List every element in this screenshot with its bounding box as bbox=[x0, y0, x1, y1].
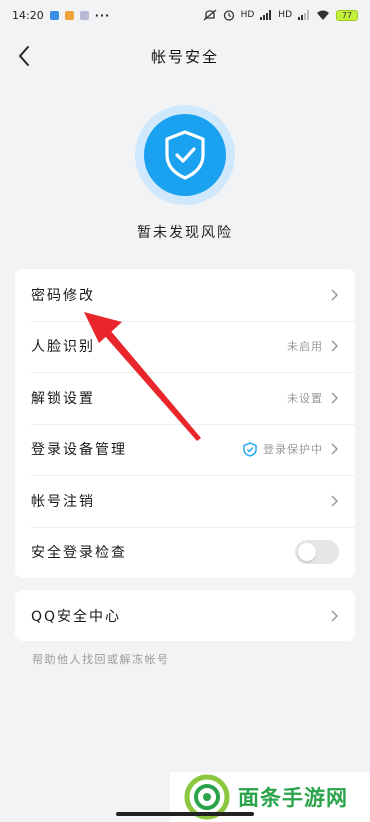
chevron-right-icon bbox=[331, 495, 339, 507]
chevron-right-icon bbox=[331, 610, 339, 622]
chevron-right-icon bbox=[331, 289, 339, 301]
security-status-badge bbox=[135, 105, 235, 205]
app-notification-icon bbox=[79, 10, 89, 20]
row-account-cancellation[interactable]: 帐号注销 bbox=[15, 475, 355, 527]
hd-label: HD bbox=[278, 10, 292, 20]
signal-icon bbox=[298, 10, 309, 20]
row-label: 安全登录检查 bbox=[31, 545, 127, 562]
chevron-right-icon bbox=[331, 340, 339, 352]
row-value: 未设置 bbox=[287, 391, 323, 405]
status-time: 14:20 bbox=[12, 8, 44, 22]
row-label: 登录设备管理 bbox=[31, 442, 127, 459]
row-value: 未启用 bbox=[287, 340, 323, 354]
nav-bar: 帐号安全 bbox=[0, 36, 370, 76]
safe-login-check-toggle[interactable] bbox=[295, 540, 339, 565]
row-unlock-settings[interactable]: 解锁设置 未设置 bbox=[15, 372, 355, 424]
more-notifications-icon: ··· bbox=[94, 8, 111, 22]
watermark-text: 面条手游网 bbox=[238, 786, 348, 810]
row-safe-login-check: 安全登录检查 bbox=[15, 526, 355, 579]
hd-label: HD bbox=[240, 10, 255, 20]
qq-security-center-card: QQ安全中心 bbox=[15, 590, 355, 641]
shield-check-icon bbox=[165, 130, 205, 180]
row-label: 人脸识别 bbox=[31, 339, 95, 356]
small-shield-check-icon bbox=[243, 441, 257, 457]
app-notification-icon bbox=[64, 10, 74, 20]
wifi-icon bbox=[317, 10, 329, 20]
row-label: QQ安全中心 bbox=[31, 608, 122, 625]
chevron-right-icon bbox=[331, 392, 339, 404]
page-title: 帐号安全 bbox=[150, 48, 219, 66]
help-text: 帮助他人找回或解冻帐号 bbox=[32, 653, 170, 666]
account-security-screen: 14:20 ··· HD HD 77 帐号安全 暂未发现风险 密码修改 人脸识别… bbox=[0, 0, 370, 822]
row-password-change[interactable]: 密码修改 bbox=[15, 269, 355, 321]
row-value: 登录保护中 bbox=[263, 443, 323, 457]
row-qq-security-center[interactable]: QQ安全中心 bbox=[15, 590, 355, 642]
row-label: 帐号注销 bbox=[31, 493, 95, 510]
row-face-recognition[interactable]: 人脸识别 未启用 bbox=[15, 320, 355, 373]
battery-icon: 77 bbox=[336, 9, 358, 21]
status-bar: 14:20 ··· HD HD 77 bbox=[0, 0, 370, 30]
chevron-right-icon bbox=[331, 443, 339, 455]
alarm-icon bbox=[223, 10, 234, 21]
security-settings-list: 密码修改 人脸识别 未启用 解锁设置 未设置 登录设备管理 登录保护中 帐号注销… bbox=[15, 269, 355, 578]
row-label: 解锁设置 bbox=[31, 390, 95, 407]
mute-icon bbox=[203, 9, 217, 21]
row-label: 密码修改 bbox=[31, 287, 95, 304]
home-indicator[interactable] bbox=[116, 812, 254, 816]
app-notification-icon bbox=[49, 10, 59, 20]
row-login-device-management[interactable]: 登录设备管理 登录保护中 bbox=[15, 423, 355, 476]
signal-icon bbox=[260, 10, 272, 20]
toggle-knob bbox=[298, 543, 316, 562]
risk-status-text: 暂未发现风险 bbox=[137, 225, 233, 241]
